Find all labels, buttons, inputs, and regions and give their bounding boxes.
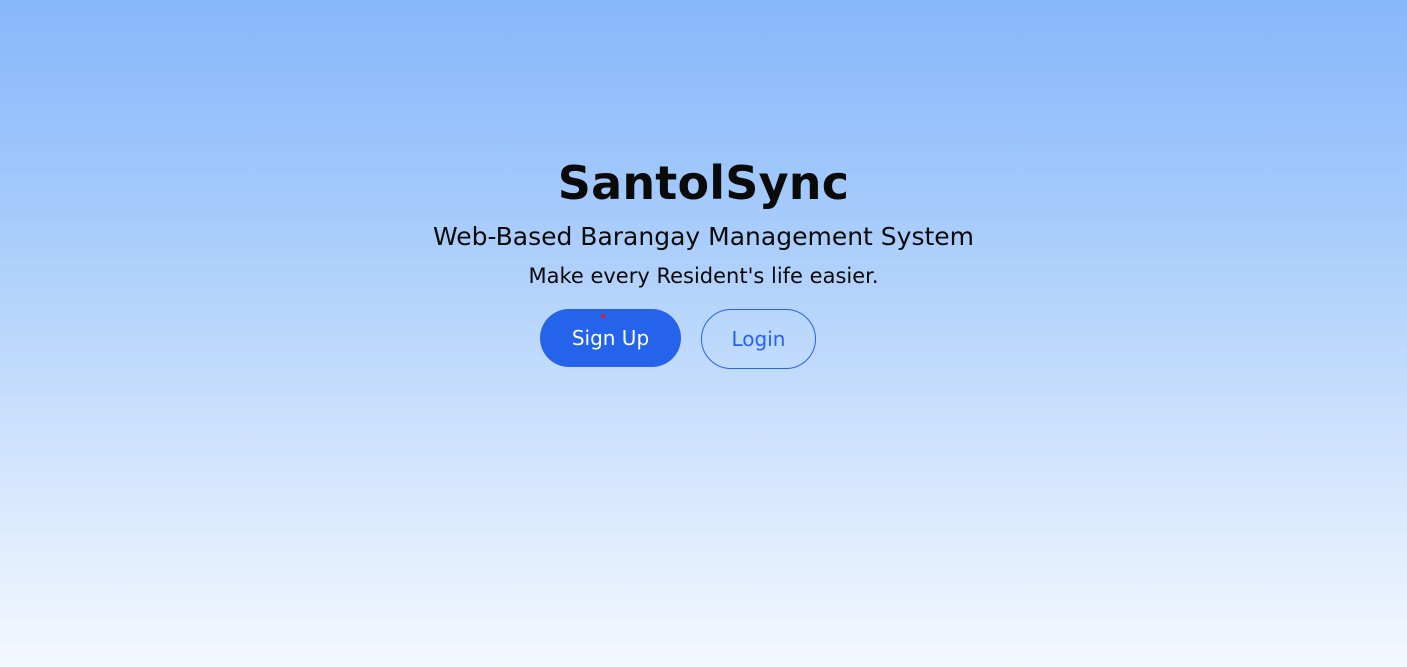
app-subtitle: Web-Based Barangay Management System xyxy=(432,222,975,251)
sign-up-label: Sign Up xyxy=(571,326,650,350)
auth-actions: Sign Up Login xyxy=(540,309,816,369)
login-label: Login xyxy=(731,327,786,351)
login-button[interactable]: Login xyxy=(701,309,816,369)
cursor-indicator xyxy=(601,314,605,318)
sign-up-button[interactable]: Sign Up xyxy=(540,309,681,367)
app-title: SantolSync xyxy=(557,156,850,210)
app-tagline: Make every Resident's life easier. xyxy=(528,264,879,288)
